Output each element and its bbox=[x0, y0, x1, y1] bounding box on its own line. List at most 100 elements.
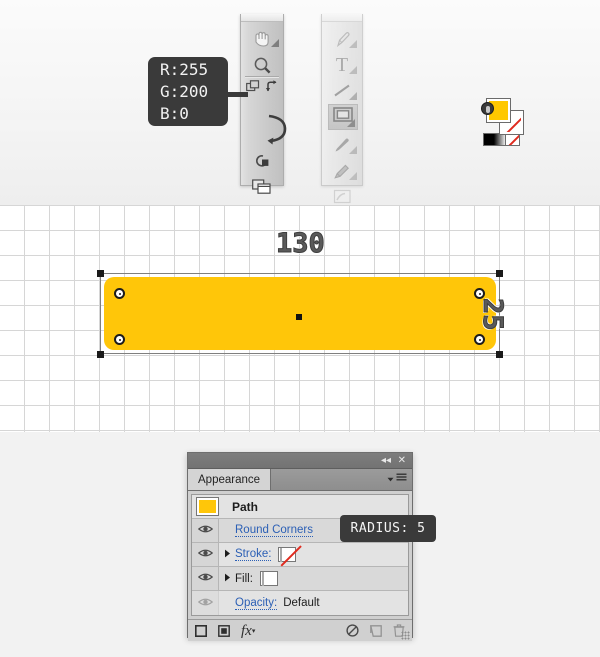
opacity-value: Default bbox=[283, 597, 320, 609]
panel-body: Path Round Corners Stroke: Fill: Opacity… bbox=[188, 491, 412, 619]
bbox-handle-tr[interactable] bbox=[496, 270, 503, 277]
stroke-none-icon bbox=[280, 545, 302, 567]
eye-icon bbox=[197, 524, 213, 537]
type-tool[interactable]: T bbox=[322, 52, 362, 78]
hamburger-icon bbox=[396, 473, 407, 486]
panel-tab-row: Appearance bbox=[188, 469, 412, 491]
visibility-toggle-round-corners[interactable] bbox=[192, 519, 219, 542]
add-new-effect-button[interactable]: fx ▾ bbox=[241, 623, 256, 638]
chevron-down-icon: ▾ bbox=[251, 626, 256, 635]
fill-label: Fill: bbox=[235, 572, 253, 585]
resize-grip-icon[interactable] bbox=[401, 631, 410, 640]
chevron-right-icon bbox=[224, 549, 231, 561]
expand-stroke-toggle[interactable] bbox=[219, 549, 235, 561]
drawing-mode-button[interactable] bbox=[241, 148, 283, 174]
none-swatch-icon bbox=[506, 134, 519, 145]
corner-widget-tr[interactable] bbox=[474, 288, 485, 299]
zoom-tool[interactable] bbox=[241, 52, 283, 78]
paintbrush-tool[interactable] bbox=[322, 132, 362, 158]
path-row-label: Path bbox=[232, 499, 259, 514]
tooltip-g-value: G:200 bbox=[160, 82, 209, 101]
tooltip-b-value: B:0 bbox=[160, 104, 189, 123]
tools-panel-left[interactable] bbox=[240, 14, 524, 194]
radius-tooltip: RADIUS: 5 bbox=[340, 515, 436, 542]
duplicate-item-button[interactable] bbox=[370, 624, 382, 637]
panel-menu-button[interactable] bbox=[387, 473, 407, 486]
round-corners-label[interactable]: Round Corners bbox=[235, 524, 313, 537]
height-dimension-label: 25 bbox=[477, 298, 509, 332]
toolbar-cap bbox=[241, 14, 283, 22]
bbox-handle-bl[interactable] bbox=[97, 351, 104, 358]
pencil-tool[interactable] bbox=[322, 158, 362, 184]
corner-widget-tl[interactable] bbox=[114, 288, 125, 299]
opacity-row[interactable]: Opacity: Default bbox=[192, 591, 408, 615]
tool-more-triangle-icon bbox=[349, 92, 357, 100]
chevron-right-icon bbox=[224, 573, 231, 585]
toolbar-divider bbox=[245, 76, 279, 77]
eye-icon bbox=[197, 597, 213, 610]
tool-more-triangle-icon bbox=[349, 146, 357, 154]
swap-curve-arrow bbox=[265, 112, 289, 145]
hand-tool[interactable] bbox=[241, 26, 283, 52]
clear-appearance-button[interactable] bbox=[346, 624, 359, 637]
tools-panel-right[interactable]: T bbox=[321, 14, 363, 204]
draw-normal-icon bbox=[254, 153, 271, 169]
tool-more-triangle-icon bbox=[349, 40, 357, 48]
add-new-fill-button[interactable] bbox=[218, 624, 230, 637]
expand-fill-toggle[interactable] bbox=[219, 573, 235, 585]
visibility-toggle-fill[interactable] bbox=[192, 567, 219, 590]
tool-more-triangle-icon bbox=[349, 172, 357, 180]
path-thumbnail bbox=[196, 497, 219, 516]
fill-row[interactable]: Fill: bbox=[192, 567, 408, 591]
fill-color-chip[interactable] bbox=[259, 571, 278, 586]
visibility-toggle-opacity[interactable] bbox=[192, 591, 219, 615]
bbox-handle-br[interactable] bbox=[496, 351, 503, 358]
collapse-icon[interactable]: ◂◂ bbox=[381, 455, 391, 467]
fill-color-icon bbox=[261, 572, 264, 586]
none-slash bbox=[280, 545, 302, 567]
toolbar-cap-right bbox=[322, 14, 362, 22]
appearance-list[interactable]: Path Round Corners Stroke: Fill: Opacity… bbox=[191, 494, 409, 616]
corner-widget-bl[interactable] bbox=[114, 334, 125, 345]
tool-more-triangle-icon bbox=[271, 39, 279, 47]
tab-appearance[interactable]: Appearance bbox=[188, 469, 272, 490]
top-background: T R:255 G:200 B:0 bbox=[0, 0, 600, 205]
chevron-down-icon bbox=[387, 474, 394, 486]
tool-more-triangle-icon bbox=[347, 119, 355, 127]
tooltip-r-value: R:255 bbox=[160, 60, 209, 79]
swap-arrow-icon bbox=[265, 79, 279, 99]
width-dimension-label: 130 bbox=[276, 228, 326, 260]
panel-footer[interactable]: fx ▾ bbox=[188, 619, 412, 641]
stroke-row[interactable]: Stroke: bbox=[192, 543, 408, 567]
type-T-icon: T bbox=[335, 54, 349, 76]
pen-tool[interactable] bbox=[322, 26, 362, 52]
blob-brush-icon bbox=[333, 189, 352, 205]
fill-hotspot-cursor-icon bbox=[481, 102, 494, 115]
bbox-handle-tl[interactable] bbox=[97, 270, 104, 277]
appearance-panel[interactable]: ◂◂ ✕ Appearance Path Round Corners Strok… bbox=[187, 452, 413, 641]
pen-icon bbox=[334, 31, 351, 48]
none-swatch[interactable] bbox=[505, 133, 520, 146]
visibility-toggle-stroke[interactable] bbox=[192, 543, 219, 566]
line-segment-tool[interactable] bbox=[322, 78, 362, 104]
magnifier-icon bbox=[253, 56, 272, 75]
eye-icon bbox=[197, 572, 213, 585]
close-icon[interactable]: ✕ bbox=[398, 455, 406, 467]
hand-icon bbox=[253, 31, 272, 48]
opacity-label[interactable]: Opacity: bbox=[235, 597, 278, 610]
eye-icon bbox=[197, 548, 213, 561]
color-readout-tooltip: R:255 G:200 B:0 bbox=[148, 57, 228, 126]
screen-mode-button[interactable] bbox=[241, 174, 283, 200]
tooltip-connector bbox=[226, 92, 248, 97]
artboard-icon bbox=[246, 79, 261, 99]
stroke-color-chip[interactable] bbox=[278, 545, 302, 567]
add-new-stroke-button[interactable] bbox=[195, 624, 207, 637]
screen-mode-icon bbox=[252, 179, 272, 195]
rectangle-tool[interactable] bbox=[328, 104, 358, 130]
stroke-label[interactable]: Stroke: bbox=[235, 548, 272, 561]
swap-fill-stroke-top[interactable] bbox=[263, 78, 281, 100]
shape-center-point bbox=[296, 314, 302, 320]
corner-widget-br[interactable] bbox=[474, 334, 485, 345]
gradient-swatch[interactable] bbox=[483, 133, 507, 146]
tool-more-triangle-icon bbox=[349, 66, 357, 74]
